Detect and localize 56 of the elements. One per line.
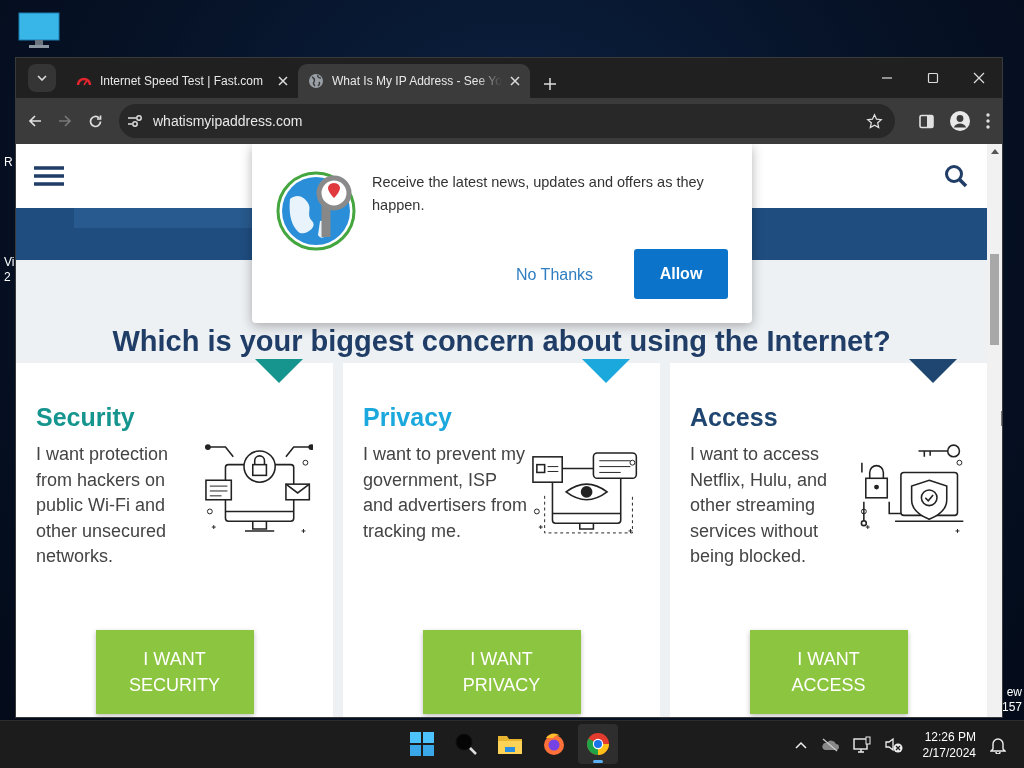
chevron-down-icon (37, 75, 47, 81)
address-bar[interactable]: whatismyipaddress.com (119, 104, 895, 138)
scroll-up-arrow-icon[interactable] (991, 149, 999, 154)
taskbar-app-button[interactable] (578, 724, 618, 764)
folder-icon (497, 733, 523, 755)
site-settings-icon[interactable] (127, 114, 143, 128)
time-text: 12:26 PM (924, 728, 976, 745)
card-description: I want protection from hackers on public Wi-Fi and other unsecured networks. (36, 443, 170, 569)
close-icon[interactable] (278, 76, 288, 86)
browser-tab[interactable]: What Is My IP Address - See Yo (298, 64, 530, 98)
fox-globe-icon (542, 732, 566, 756)
start-icon (410, 732, 434, 756)
no-thanks-link[interactable]: No Thanks (510, 262, 600, 288)
clock[interactable]: 12:26 PM 2/17/2024 (922, 728, 976, 761)
card-title: Privacy (363, 403, 453, 432)
side-panel-icon[interactable] (919, 113, 934, 129)
notification-message: Receive the latest news, updates and offers as they happen. (372, 173, 705, 215)
close-icon[interactable] (973, 72, 985, 84)
desktop-icon-label: 157 (1001, 700, 1022, 715)
speaker-muted-icon[interactable] (884, 736, 903, 753)
search-icon[interactable] (944, 164, 968, 188)
star-icon[interactable] (866, 112, 883, 130)
close-icon[interactable] (510, 76, 520, 86)
tab-search-button[interactable] (28, 64, 56, 92)
card-title: Access (690, 403, 779, 432)
globe-icon (308, 73, 324, 89)
back-arrow-icon[interactable] (28, 114, 42, 128)
date-text: 2/17/2024 (922, 744, 976, 761)
section-heading: Which is your biggest concern about using the Internet? (111, 326, 892, 359)
profile-icon[interactable] (950, 111, 970, 131)
desktop-icon-label: R (4, 155, 13, 170)
tab-title: Internet Speed Test | Fast.com (100, 74, 264, 88)
chevron-up-icon[interactable] (794, 740, 807, 749)
search-icon (454, 732, 478, 756)
tab-title: What Is My IP Address - See Yo (332, 74, 502, 88)
reload-icon[interactable] (88, 113, 103, 129)
maximize-icon[interactable] (927, 72, 939, 84)
new-tab-icon[interactable] (544, 78, 556, 90)
allow-button[interactable]: Allow (634, 249, 728, 299)
network-icon[interactable] (852, 735, 871, 754)
desktop-icon-label: Vi (4, 255, 15, 270)
monitor-icon[interactable] (18, 12, 60, 50)
chrome-icon (586, 732, 610, 756)
bell-icon[interactable] (990, 735, 1006, 754)
browser-tab[interactable]: Internet Speed Test | Fast.com (66, 64, 298, 98)
cloud-off-icon[interactable] (820, 737, 839, 752)
scrollbar-thumb[interactable] (990, 254, 999, 345)
card-title: Security (36, 403, 136, 432)
menu-icon[interactable] (986, 113, 990, 129)
url-text: whatismyipaddress.com (153, 113, 304, 129)
card-description: I want to prevent my government, ISP and advertisers from tracking me. (363, 443, 529, 543)
desktop-icon-label: ew (1006, 685, 1022, 700)
desktop-icon-label: 2 (4, 270, 11, 285)
menu-icon[interactable] (34, 166, 64, 186)
card-description: I want to access Netflix, Hulu, and other streaming services without being blocked. (690, 443, 829, 569)
forward-arrow-icon[interactable] (58, 114, 72, 128)
